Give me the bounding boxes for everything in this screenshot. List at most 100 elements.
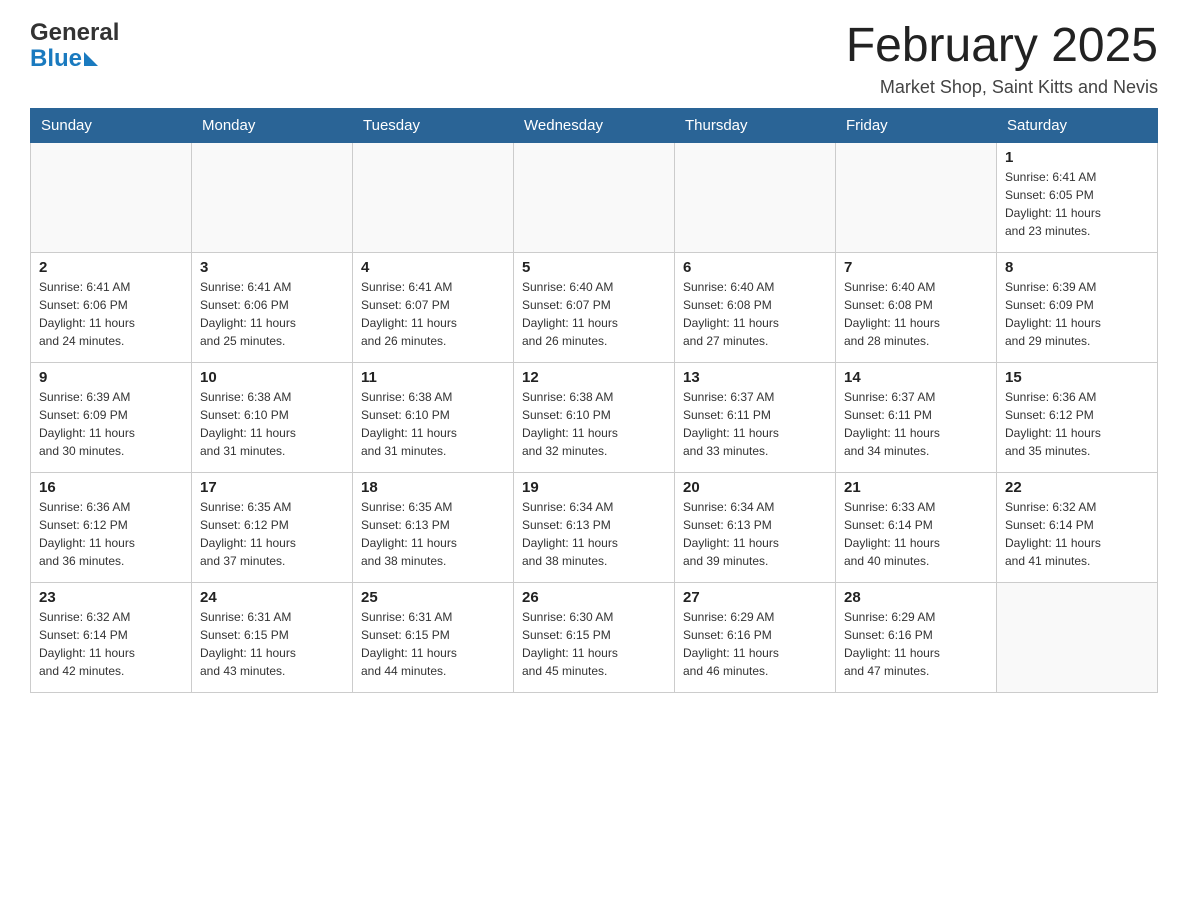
calendar-cell: 21 Sunrise: 6:33 AMSunset: 6:14 PMDayligh…	[836, 472, 997, 582]
calendar-cell: 28 Sunrise: 6:29 AMSunset: 6:16 PMDayligh…	[836, 582, 997, 692]
calendar-week-row: 9 Sunrise: 6:39 AMSunset: 6:09 PMDaylight…	[31, 362, 1158, 472]
day-number: 12	[522, 369, 666, 386]
calendar-header-monday: Monday	[192, 108, 353, 142]
calendar-header-friday: Friday	[836, 108, 997, 142]
calendar-cell: 12 Sunrise: 6:38 AMSunset: 6:10 PMDayligh…	[514, 362, 675, 472]
calendar-cell: 8Sunrise: 6:39 AMSunset: 6:09 PMDaylight…	[997, 252, 1158, 362]
day-info: Sunrise: 6:39 AMSunset: 6:09 PMDaylight:…	[39, 388, 183, 460]
day-info: Sunrise: 6:31 AMSunset: 6:15 PMDaylight:…	[361, 608, 505, 680]
day-number: 24	[200, 589, 344, 606]
day-number: 9	[39, 369, 183, 386]
day-info: Sunrise: 6:37 AMSunset: 6:11 PMDaylight:…	[844, 388, 988, 460]
day-number: 28	[844, 589, 988, 606]
calendar-cell: 15Sunrise: 6:36 AMSunset: 6:12 PMDayligh…	[997, 362, 1158, 472]
day-number: 18	[361, 479, 505, 496]
calendar-cell	[514, 142, 675, 252]
day-info: Sunrise: 6:35 AMSunset: 6:13 PMDaylight:…	[361, 498, 505, 570]
calendar-cell	[31, 142, 192, 252]
calendar-cell: 4Sunrise: 6:41 AMSunset: 6:07 PMDaylight…	[353, 252, 514, 362]
day-number: 15	[1005, 369, 1149, 386]
day-info: Sunrise: 6:40 AMSunset: 6:07 PMDaylight:…	[522, 278, 666, 350]
day-info: Sunrise: 6:41 AMSunset: 6:06 PMDaylight:…	[200, 278, 344, 350]
calendar-week-row: 16 Sunrise: 6:36 AMSunset: 6:12 PMDayligh…	[31, 472, 1158, 582]
calendar-cell: 19 Sunrise: 6:34 AMSunset: 6:13 PMDayligh…	[514, 472, 675, 582]
day-number: 5	[522, 259, 666, 276]
calendar-cell: 7Sunrise: 6:40 AMSunset: 6:08 PMDaylight…	[836, 252, 997, 362]
calendar-cell: 24 Sunrise: 6:31 AMSunset: 6:15 PMDayligh…	[192, 582, 353, 692]
calendar-cell	[353, 142, 514, 252]
day-number: 17	[200, 479, 344, 496]
day-info: Sunrise: 6:41 AMSunset: 6:06 PMDaylight:…	[39, 278, 183, 350]
calendar-cell: 25 Sunrise: 6:31 AMSunset: 6:15 PMDayligh…	[353, 582, 514, 692]
day-info: Sunrise: 6:40 AMSunset: 6:08 PMDaylight:…	[844, 278, 988, 350]
day-info: Sunrise: 6:31 AMSunset: 6:15 PMDaylight:…	[200, 608, 344, 680]
day-info: Sunrise: 6:29 AMSunset: 6:16 PMDaylight:…	[683, 608, 827, 680]
day-info: Sunrise: 6:41 AMSunset: 6:05 PMDaylight:…	[1005, 168, 1149, 240]
month-title: February 2025	[846, 20, 1158, 73]
day-number: 21	[844, 479, 988, 496]
calendar-week-row: 2 Sunrise: 6:41 AMSunset: 6:06 PMDaylight…	[31, 252, 1158, 362]
day-number: 19	[522, 479, 666, 496]
day-info: Sunrise: 6:38 AMSunset: 6:10 PMDaylight:…	[361, 388, 505, 460]
day-number: 20	[683, 479, 827, 496]
day-number: 11	[361, 369, 505, 386]
day-info: Sunrise: 6:38 AMSunset: 6:10 PMDaylight:…	[522, 388, 666, 460]
calendar-header-row: SundayMondayTuesdayWednesdayThursdayFrid…	[31, 108, 1158, 142]
calendar-header-wednesday: Wednesday	[514, 108, 675, 142]
day-info: Sunrise: 6:37 AMSunset: 6:11 PMDaylight:…	[683, 388, 827, 460]
day-number: 25	[361, 589, 505, 606]
calendar-cell: 13Sunrise: 6:37 AMSunset: 6:11 PMDayligh…	[675, 362, 836, 472]
calendar-cell: 27 Sunrise: 6:29 AMSunset: 6:16 PMDayligh…	[675, 582, 836, 692]
day-number: 10	[200, 369, 344, 386]
calendar-week-row: 1 Sunrise: 6:41 AMSunset: 6:05 PMDaylight…	[31, 142, 1158, 252]
day-number: 6	[683, 259, 827, 276]
calendar-cell	[675, 142, 836, 252]
calendar-cell: 16 Sunrise: 6:36 AMSunset: 6:12 PMDayligh…	[31, 472, 192, 582]
calendar-cell: 2 Sunrise: 6:41 AMSunset: 6:06 PMDaylight…	[31, 252, 192, 362]
logo-blue: Blue	[30, 46, 82, 72]
day-info: Sunrise: 6:34 AMSunset: 6:13 PMDaylight:…	[522, 498, 666, 570]
day-number: 16	[39, 479, 183, 496]
day-number: 27	[683, 589, 827, 606]
day-info: Sunrise: 6:36 AMSunset: 6:12 PMDaylight:…	[39, 498, 183, 570]
day-info: Sunrise: 6:41 AMSunset: 6:07 PMDaylight:…	[361, 278, 505, 350]
calendar-cell: 26 Sunrise: 6:30 AMSunset: 6:15 PMDayligh…	[514, 582, 675, 692]
calendar-cell: 22 Sunrise: 6:32 AMSunset: 6:14 PMDayligh…	[997, 472, 1158, 582]
day-number: 1	[1005, 149, 1149, 166]
day-number: 26	[522, 589, 666, 606]
day-info: Sunrise: 6:40 AMSunset: 6:08 PMDaylight:…	[683, 278, 827, 350]
calendar-cell: 23 Sunrise: 6:32 AMSunset: 6:14 PMDayligh…	[31, 582, 192, 692]
calendar-cell: 14 Sunrise: 6:37 AMSunset: 6:11 PMDayligh…	[836, 362, 997, 472]
calendar-cell	[997, 582, 1158, 692]
calendar-cell: 18 Sunrise: 6:35 AMSunset: 6:13 PMDayligh…	[353, 472, 514, 582]
calendar-header-tuesday: Tuesday	[353, 108, 514, 142]
logo-general: General	[30, 20, 119, 46]
day-number: 22	[1005, 479, 1149, 496]
calendar-cell: 17 Sunrise: 6:35 AMSunset: 6:12 PMDayligh…	[192, 472, 353, 582]
page-header: General Blue February 2025 Market Shop, …	[30, 20, 1158, 98]
calendar-cell: 1 Sunrise: 6:41 AMSunset: 6:05 PMDaylight…	[997, 142, 1158, 252]
day-info: Sunrise: 6:29 AMSunset: 6:16 PMDaylight:…	[844, 608, 988, 680]
day-number: 3	[200, 259, 344, 276]
calendar-cell: 9 Sunrise: 6:39 AMSunset: 6:09 PMDaylight…	[31, 362, 192, 472]
day-info: Sunrise: 6:30 AMSunset: 6:15 PMDaylight:…	[522, 608, 666, 680]
day-number: 2	[39, 259, 183, 276]
calendar-week-row: 23 Sunrise: 6:32 AMSunset: 6:14 PMDayligh…	[31, 582, 1158, 692]
day-number: 8	[1005, 259, 1149, 276]
calendar-cell	[192, 142, 353, 252]
day-number: 23	[39, 589, 183, 606]
calendar-cell: 11 Sunrise: 6:38 AMSunset: 6:10 PMDayligh…	[353, 362, 514, 472]
day-info: Sunrise: 6:32 AMSunset: 6:14 PMDaylight:…	[39, 608, 183, 680]
title-block: February 2025 Market Shop, Saint Kitts a…	[846, 20, 1158, 98]
day-info: Sunrise: 6:32 AMSunset: 6:14 PMDaylight:…	[1005, 498, 1149, 570]
calendar-header-saturday: Saturday	[997, 108, 1158, 142]
calendar-cell: 20 Sunrise: 6:34 AMSunset: 6:13 PMDayligh…	[675, 472, 836, 582]
day-number: 14	[844, 369, 988, 386]
day-info: Sunrise: 6:34 AMSunset: 6:13 PMDaylight:…	[683, 498, 827, 570]
calendar-cell: 3 Sunrise: 6:41 AMSunset: 6:06 PMDaylight…	[192, 252, 353, 362]
day-info: Sunrise: 6:35 AMSunset: 6:12 PMDaylight:…	[200, 498, 344, 570]
day-info: Sunrise: 6:33 AMSunset: 6:14 PMDaylight:…	[844, 498, 988, 570]
location-subtitle: Market Shop, Saint Kitts and Nevis	[846, 77, 1158, 98]
calendar-table: SundayMondayTuesdayWednesdayThursdayFrid…	[30, 108, 1158, 693]
day-info: Sunrise: 6:38 AMSunset: 6:10 PMDaylight:…	[200, 388, 344, 460]
